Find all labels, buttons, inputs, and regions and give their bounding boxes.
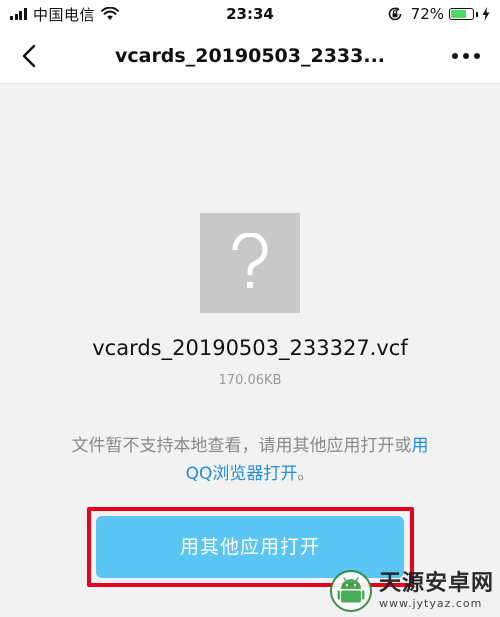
- android-logo-icon: [329, 569, 373, 613]
- battery-icon: [449, 8, 474, 20]
- watermark-brand: 天源安卓网: [378, 571, 494, 596]
- more-dots-icon: [474, 53, 480, 59]
- unknown-file-icon: [200, 213, 300, 313]
- watermark: 天源安卓网 www.jytyaz.com: [329, 569, 494, 613]
- status-right: 72%: [387, 4, 490, 24]
- battery-percent: 72%: [410, 5, 444, 23]
- navigation-bar: vcards_20190503_2333...: [0, 28, 500, 84]
- file-size: 170.06KB: [218, 373, 282, 388]
- status-bar: 中国电信 23:34 72%: [0, 0, 500, 28]
- message-text: 文件暂不支持本地查看，请用其他应用打开或: [71, 436, 412, 456]
- question-mark-icon: [228, 233, 272, 293]
- battery-cap: [476, 11, 478, 17]
- charging-icon: [482, 7, 490, 21]
- unsupported-file-message: 文件暂不支持本地查看，请用其他应用打开或用QQ浏览器打开。: [60, 432, 440, 488]
- message-suffix: 。: [297, 464, 315, 484]
- rotation-lock-icon: [387, 6, 403, 22]
- watermark-text: 天源安卓网 www.jytyaz.com: [378, 571, 494, 610]
- more-dots-icon: [452, 53, 458, 59]
- battery-fill: [451, 10, 466, 18]
- more-options-button[interactable]: [446, 36, 486, 76]
- more-dots-icon: [463, 53, 469, 59]
- back-button[interactable]: [10, 36, 48, 76]
- page-title: vcards_20190503_2333...: [114, 45, 386, 67]
- chevron-left-icon: [22, 44, 36, 68]
- watermark-url: www.jytyaz.com: [378, 597, 483, 610]
- file-name: vcards_20190503_233327.vcf: [92, 336, 408, 360]
